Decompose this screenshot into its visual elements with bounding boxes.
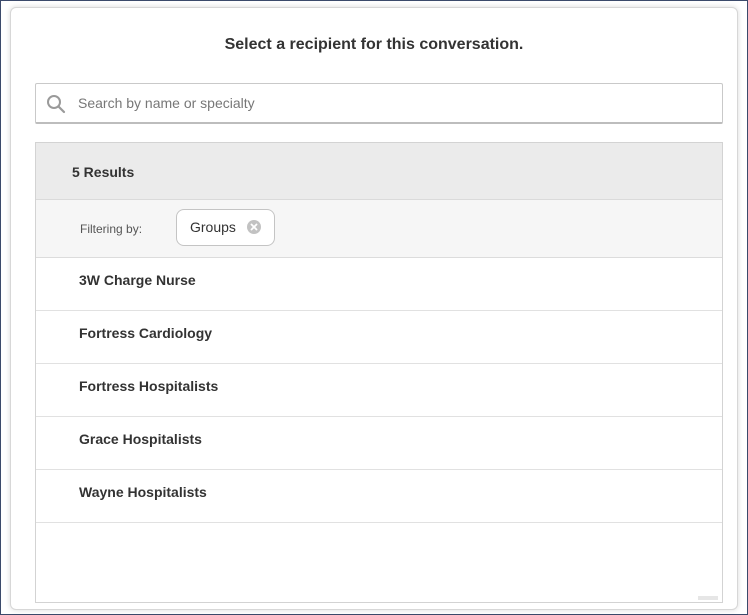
search-input[interactable] [78, 84, 708, 122]
list-item-label: Fortress Hospitalists [79, 378, 219, 394]
filter-bar: Filtering by: Groups [36, 200, 722, 258]
filter-label: Filtering by: [80, 222, 143, 236]
list-item-label: Grace Hospitalists [79, 431, 202, 447]
results-panel: 5 Results Filtering by: Groups 3W Charge… [35, 142, 723, 603]
list-item[interactable]: Fortress Hospitalists [36, 364, 722, 417]
search-icon [47, 95, 66, 114]
list-item-label: Wayne Hospitalists [79, 484, 207, 500]
list-item[interactable]: 3W Charge Nurse [36, 258, 722, 311]
results-count: 5 Results [72, 164, 135, 180]
recipient-list: 3W Charge Nurse Fortress Cardiology Fort… [36, 258, 722, 523]
results-header: 5 Results [36, 143, 722, 200]
list-item[interactable]: Fortress Cardiology [36, 311, 722, 364]
recipient-dialog: Select a recipient for this conversation… [10, 7, 738, 610]
list-item-label: 3W Charge Nurse [79, 272, 196, 288]
filter-chip-label: Groups [190, 219, 236, 235]
window-frame: Select a recipient for this conversation… [0, 0, 748, 615]
list-item[interactable]: Grace Hospitalists [36, 417, 722, 470]
dialog-title: Select a recipient for this conversation… [224, 36, 524, 53]
search-box[interactable] [35, 83, 723, 124]
close-circle-icon[interactable] [246, 220, 261, 234]
list-item[interactable]: Wayne Hospitalists [36, 470, 722, 523]
list-item-label: Fortress Cardiology [79, 325, 213, 341]
filter-chip-groups[interactable]: Groups [176, 209, 275, 246]
scrollbar-thumb[interactable] [698, 596, 718, 600]
